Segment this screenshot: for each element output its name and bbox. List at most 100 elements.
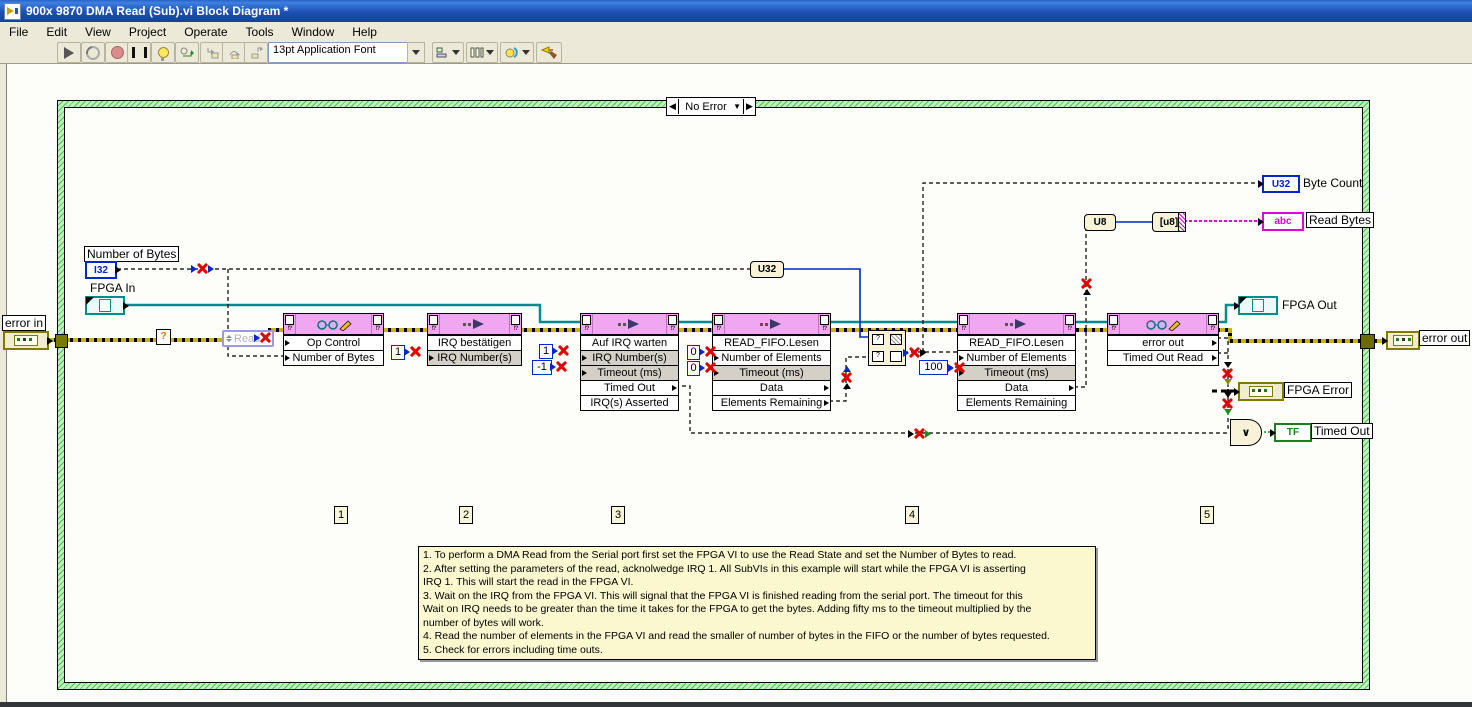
case-selector-label[interactable]: No Error (679, 101, 733, 113)
case-selector[interactable]: ◀ No Error ▼ ▶ (666, 97, 756, 116)
read-write-control-icon (1146, 319, 1181, 331)
node-row[interactable]: Data (713, 380, 830, 395)
cleanup-diagram-icon (541, 45, 557, 59)
to-u32-conversion[interactable]: U32 (750, 261, 784, 278)
reorder-objects-button[interactable] (500, 42, 534, 63)
fpga-in-label[interactable]: FPGA In (88, 281, 137, 295)
step-into-button[interactable] (200, 42, 224, 63)
step-label-4[interactable]: 4 (905, 506, 919, 524)
fpga-out-label[interactable]: FPGA Out (1280, 298, 1339, 312)
node-row[interactable]: Data (958, 380, 1075, 395)
menu-project[interactable]: Project (120, 23, 175, 41)
or-function[interactable]: ∨ (1230, 419, 1262, 446)
error-in-terminal[interactable] (3, 331, 53, 350)
step-out-button[interactable] (244, 42, 268, 63)
case-prev-icon[interactable]: ◀ (667, 99, 679, 114)
node-row[interactable]: READ_FIFO.Lesen (958, 335, 1075, 350)
node-error-read[interactable]: !? !? error out Timed Out Read (1107, 313, 1219, 366)
node-row[interactable]: Timeout (ms) (958, 365, 1075, 380)
step-label-5[interactable]: 5 (1200, 506, 1214, 524)
font-selector[interactable]: 13pt Application Font (268, 42, 416, 63)
step-label-2[interactable]: 2 (459, 506, 473, 524)
node-row[interactable]: Elements Remaining (713, 395, 830, 410)
distribute-objects-button[interactable] (466, 42, 498, 63)
number-of-bytes-terminal[interactable]: I32 (85, 261, 121, 279)
node-row[interactable]: Timed Out Read (1108, 350, 1218, 365)
menu-tools[interactable]: Tools (237, 23, 283, 41)
node-op-control[interactable]: !? !? Op Control Number of Bytes (283, 313, 384, 366)
error-input-tunnel[interactable] (55, 334, 68, 348)
node-row[interactable]: IRQ bestätigen (428, 335, 521, 350)
error-in-label[interactable]: error in (2, 315, 47, 331)
case-next-icon[interactable]: ▶ (743, 99, 755, 114)
fpga-ref-corner-icon (959, 315, 968, 325)
fpga-out-terminal[interactable] (1234, 296, 1278, 315)
node-irq-acknowledge[interactable]: !? !? IRQ bestätigen IRQ Number(s) (427, 313, 522, 366)
run-button[interactable] (57, 42, 81, 63)
menu-operate[interactable]: Operate (175, 23, 236, 41)
node-row[interactable]: Timed Out (581, 380, 678, 395)
node-header: !? !? (1108, 314, 1218, 335)
node-row[interactable]: Op Control (284, 335, 383, 350)
node-irq-wait[interactable]: !? !? Auf IRQ warten IRQ Number(s) Timeo… (580, 313, 679, 411)
node-header: !? !? (581, 314, 678, 335)
error-out-label[interactable]: error out (1419, 330, 1471, 346)
retain-wire-values-button[interactable] (175, 42, 199, 63)
fifo2-timeout-constant[interactable]: 100 (919, 360, 948, 375)
align-objects-button[interactable] (432, 42, 464, 63)
font-selector-dropdown[interactable] (407, 42, 425, 63)
number-of-bytes-label[interactable]: Number of Bytes (84, 246, 180, 262)
fpga-error-terminal[interactable] (1234, 382, 1284, 401)
error-out-terminal[interactable] (1382, 331, 1420, 350)
run-icon (64, 46, 74, 59)
byte-count-label[interactable]: Byte Count (1301, 176, 1364, 190)
step-label-1[interactable]: 1 (334, 506, 348, 524)
terminal-input-stub (1270, 428, 1276, 437)
terminal-output-stub (47, 336, 53, 345)
node-fifo-read-1[interactable]: !? !? READ_FIFO.Lesen Number of Elements… (712, 313, 831, 411)
fpga-error-label[interactable]: FPGA Error (1284, 382, 1353, 398)
wait-irq-number-constant[interactable]: 1 (539, 344, 553, 359)
byte-array-to-string-conversion[interactable]: [u8] (1152, 212, 1186, 232)
menu-view[interactable]: View (76, 23, 120, 41)
wait-timeout-constant[interactable]: -1 (532, 360, 552, 375)
step-label-3[interactable]: 3 (611, 506, 625, 524)
node-row[interactable]: Timeout (ms) (581, 365, 678, 380)
menu-edit[interactable]: Edit (37, 23, 76, 41)
byte-count-terminal[interactable]: U32 (1258, 175, 1300, 193)
read-bytes-label[interactable]: Read Bytes (1306, 212, 1375, 228)
run-continuous-button[interactable] (81, 42, 105, 63)
node-row[interactable]: IRQ Number(s) (581, 350, 678, 365)
cleanup-diagram-button[interactable] (536, 42, 562, 63)
node-row[interactable]: Elements Remaining (958, 395, 1075, 410)
highlight-execution-button[interactable] (151, 42, 175, 63)
menu-file[interactable]: File (0, 23, 37, 41)
to-u8-conversion[interactable]: U8 (1084, 214, 1116, 231)
node-fifo-read-2[interactable]: !? !? READ_FIFO.Lesen Number of Elements… (957, 313, 1076, 411)
node-row[interactable]: Number of Elements (713, 350, 830, 365)
node-row[interactable]: Number of Bytes (284, 350, 383, 365)
node-row[interactable]: error out (1108, 335, 1218, 350)
node-row[interactable]: IRQ(s) Asserted (581, 395, 678, 410)
step-over-button[interactable] (222, 42, 246, 63)
ack-irq-number-constant[interactable]: 1 (391, 345, 405, 360)
fpga-in-terminal[interactable] (85, 296, 129, 315)
broken-wire-mark (699, 362, 716, 373)
pause-button[interactable] (127, 42, 151, 63)
select-function[interactable]: ? ? (868, 330, 906, 366)
error-output-tunnel[interactable] (1360, 334, 1375, 349)
menu-window[interactable]: Window (283, 23, 344, 41)
read-bytes-terminal[interactable]: abc (1258, 212, 1304, 231)
node-row[interactable]: Auf IRQ warten (581, 335, 678, 350)
abort-button[interactable] (105, 42, 129, 63)
menu-help[interactable]: Help (343, 23, 386, 41)
case-dropdown-icon[interactable]: ▼ (733, 102, 741, 111)
timed-out-label[interactable]: Timed Out (1311, 423, 1373, 439)
node-row[interactable]: IRQ Number(s) (428, 350, 521, 365)
question-probe[interactable]: ? (156, 329, 171, 345)
node-row[interactable]: Number of Elements (958, 350, 1075, 365)
node-row[interactable]: Timeout (ms) (713, 365, 830, 380)
instructions-comment[interactable]: 1. To perform a DMA Read from the Serial… (418, 546, 1096, 660)
node-row[interactable]: READ_FIFO.Lesen (713, 335, 830, 350)
timed-out-terminal[interactable]: TF (1270, 423, 1312, 442)
